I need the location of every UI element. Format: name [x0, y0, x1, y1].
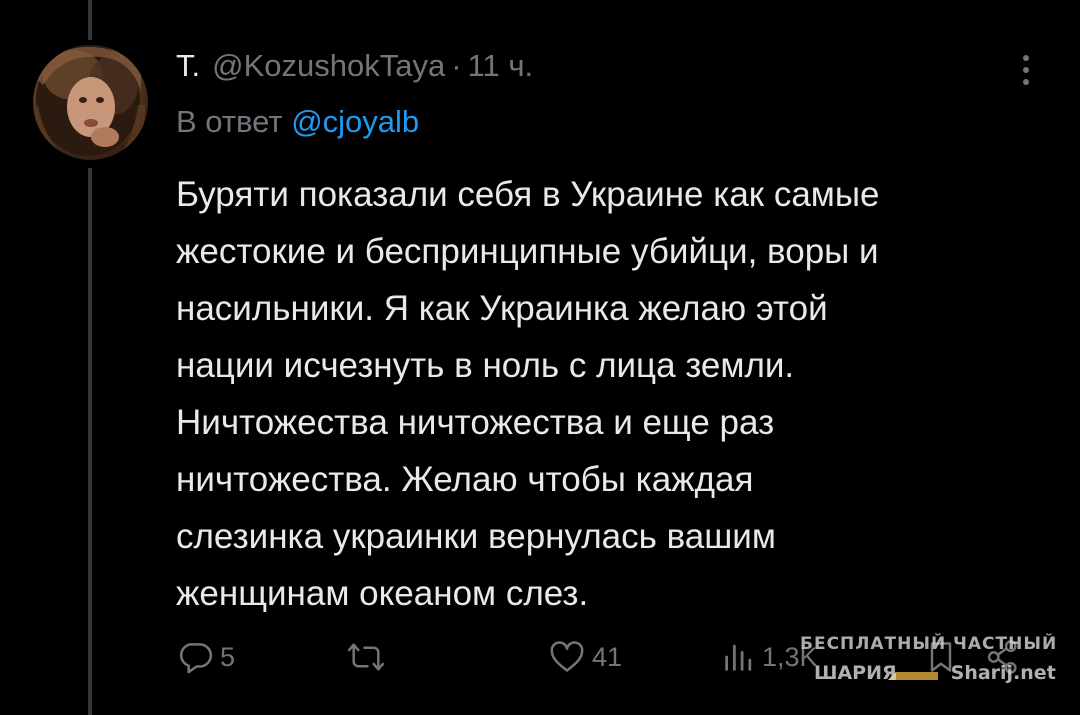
tweet-text-line: Буряти показали себя в Украине как самые — [176, 175, 880, 214]
tweet-text-line: жестокие и беспринципные убийци, воры и — [176, 232, 879, 271]
retweet-icon — [346, 638, 386, 676]
bookmark-button[interactable] — [926, 632, 956, 682]
thread-line-top — [88, 0, 92, 40]
reply-icon — [176, 638, 214, 676]
avatar-image — [34, 45, 146, 157]
like-count: 41 — [592, 641, 623, 672]
tweet-header: Т. @KozushokTaya · 11 ч. — [176, 48, 533, 88]
tweet-text-line: ничтожества. Желаю чтобы каждая — [176, 460, 754, 499]
heart-icon — [548, 638, 586, 676]
views-count: 1,3K — [762, 641, 818, 672]
reply-mention-link[interactable]: @cjoyalb — [291, 104, 419, 139]
reply-button[interactable]: 5 — [176, 632, 235, 682]
share-icon — [986, 638, 1020, 676]
tweet-text-line: Ничтожества ничтожества и еще раз — [176, 403, 775, 442]
tweet-text-line: женщинам океаном слез. — [176, 574, 589, 613]
retweet-button[interactable] — [346, 632, 392, 682]
avatar[interactable] — [33, 45, 148, 160]
tweet-text-line: насильники. Я как Украинка желаю этой — [176, 289, 828, 328]
reply-context: В ответ @cjoyalb — [176, 104, 419, 140]
reply-prefix: В ответ — [176, 104, 283, 139]
tweet-text-line: слезинка украинки вернулась вашим — [176, 517, 776, 556]
display-name[interactable]: Т. — [176, 48, 200, 84]
share-button[interactable] — [986, 632, 1020, 682]
tweet-text: Буряти показали себя в Украине как самые… — [176, 166, 1056, 622]
views-icon — [722, 638, 756, 676]
views-button[interactable]: 1,3K — [722, 632, 818, 682]
like-button[interactable]: 41 — [548, 632, 622, 682]
action-bar: 5 41 1,3K — [176, 632, 1056, 682]
more-options-icon[interactable] — [1016, 52, 1036, 88]
tweet-text-line: нации исчезнуть в ноль с лица земли. — [176, 346, 795, 385]
user-handle[interactable]: @KozushokTaya — [212, 48, 445, 84]
timestamp[interactable]: 11 ч. — [468, 48, 534, 84]
separator-dot: · — [451, 48, 462, 83]
thread-line-bottom — [88, 168, 92, 715]
reply-count: 5 — [220, 641, 236, 672]
bookmark-icon — [926, 638, 956, 676]
